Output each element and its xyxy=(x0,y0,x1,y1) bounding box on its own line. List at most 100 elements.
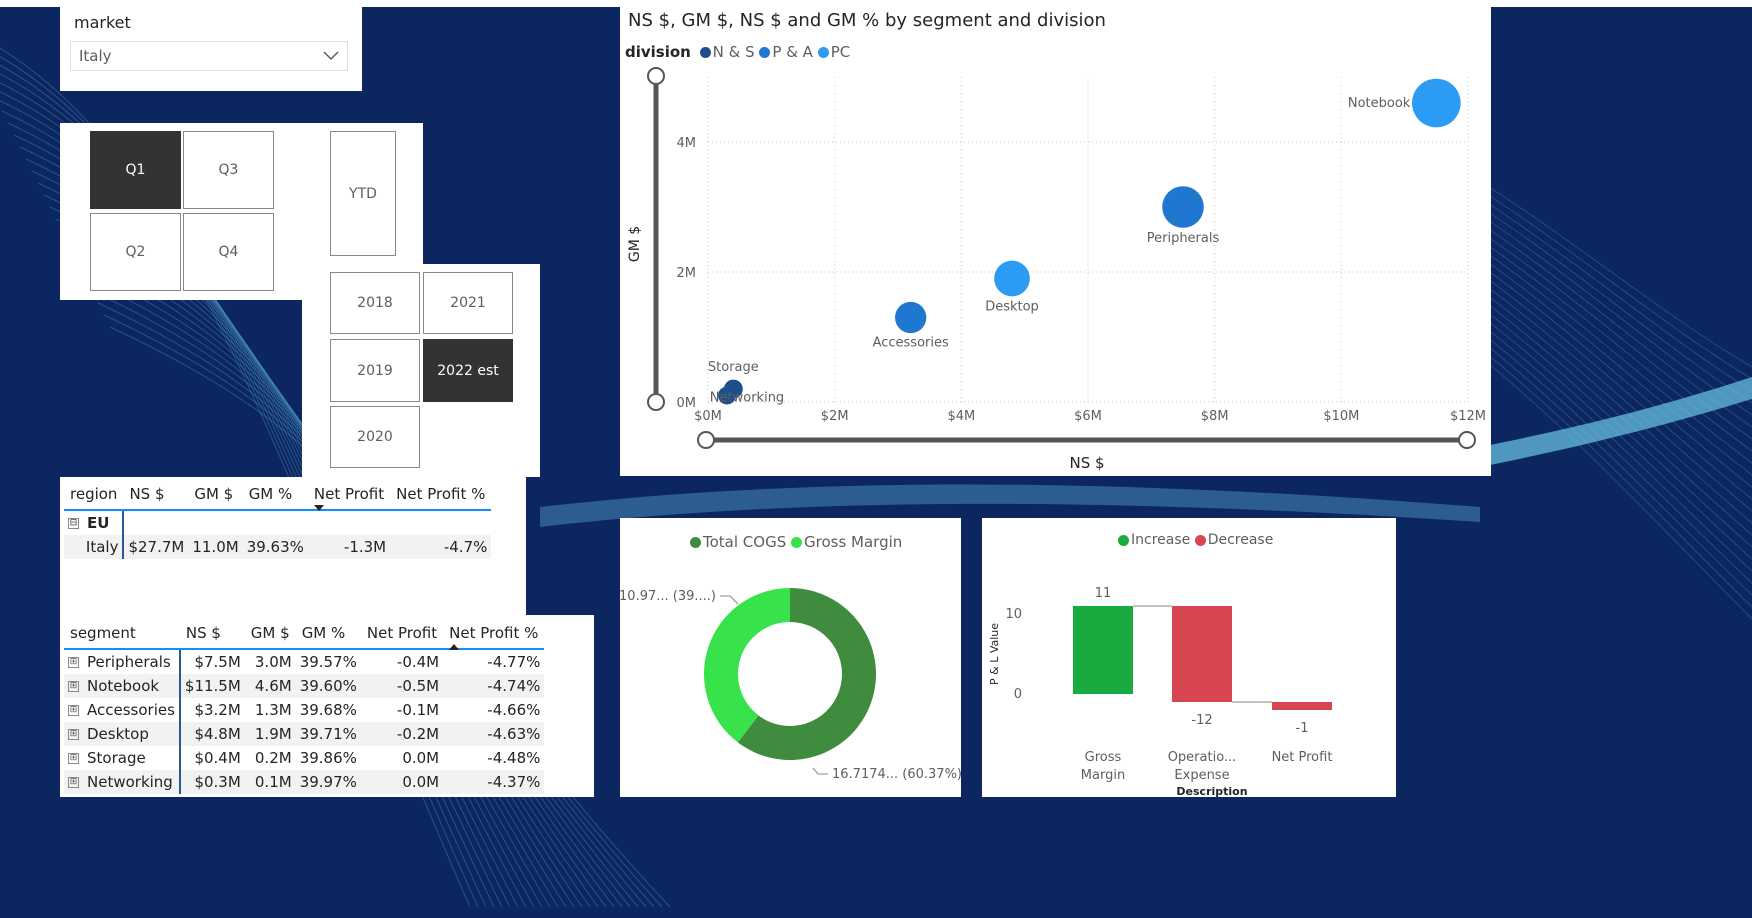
segment-col-header[interactable]: segment xyxy=(64,618,180,650)
expand-icon[interactable]: ⊞ xyxy=(68,729,79,740)
year-tile-2019[interactable]: 2019 xyxy=(330,339,420,402)
x-tick-label: $2M xyxy=(821,409,849,424)
y-zoom-slider-bottom-handle[interactable] xyxy=(647,393,665,411)
waterfall-bar[interactable] xyxy=(1172,606,1232,702)
region-gm-pct-cell: 39.63% xyxy=(246,538,304,556)
segment-name-cell[interactable]: ⊞ Networking xyxy=(64,770,181,794)
year-tile-2021[interactable]: 2021 xyxy=(423,272,513,334)
scatter-point[interactable] xyxy=(1162,186,1204,228)
seg-gm-pct-col-header[interactable]: GM % xyxy=(295,618,361,650)
expand-icon[interactable]: ⊞ xyxy=(68,753,79,764)
region-group-cell[interactable]: ⊟ EU xyxy=(64,510,125,535)
expand-icon[interactable]: ⊞ xyxy=(68,705,79,716)
segment-gm-cell: 1.3M xyxy=(254,701,292,719)
ytd-tile[interactable]: YTD xyxy=(330,131,396,256)
x-zoom-slider-left-handle[interactable] xyxy=(697,431,715,449)
region-net-profit-pct-cell: -4.7% xyxy=(443,538,488,556)
point-label: Desktop xyxy=(985,300,1039,315)
segment-label: Accessories xyxy=(87,701,175,719)
expand-icon[interactable]: ⊞ xyxy=(68,681,79,692)
table-row: ⊞ Networking $0.3M 0.1M 39.97% 0.0M -4.37% xyxy=(64,770,545,794)
leader-line xyxy=(720,595,739,605)
table-row: ⊞ Storage $0.4M 0.2M 39.86% 0.0M -4.48% xyxy=(64,746,544,770)
category-label: Operatio... xyxy=(1168,750,1237,765)
segment-name-cell[interactable]: ⊞ Desktop xyxy=(64,722,181,746)
net-profit-pct-col-header[interactable]: Net Profit % xyxy=(390,479,492,511)
table-row: Italy $27.7M 11.0M 39.63% -1.3M -4.7% xyxy=(64,535,492,559)
segment-name-cell[interactable]: ⊞ Peripherals xyxy=(64,649,181,674)
category-label: Expense xyxy=(1174,768,1229,783)
region-ns-cell: $27.7M xyxy=(128,538,185,556)
table-row: ⊞ Peripherals $7.5M 3.0M 39.57% -0.4M -4.77% xyxy=(64,649,544,674)
seg-net-profit-col-header[interactable]: Net Profit xyxy=(360,618,444,650)
scatter-plot: GM $ NS $ $0M $2M $4M $6M $8M $10M $12M 0M 2M 4M N… xyxy=(627,67,1486,472)
segment-label: Desktop xyxy=(87,725,149,743)
segment-net-profit-cell: -0.5M xyxy=(396,677,440,695)
market-dropdown-value: Italy xyxy=(79,47,112,65)
quarter-tile-q3[interactable]: Q3 xyxy=(183,131,274,209)
segment-net-profit-pct-cell: -4.48% xyxy=(487,749,541,767)
x-tick-label: $0M xyxy=(694,409,722,424)
slice-data-label: 16.7174... (60.37%) xyxy=(832,767,961,782)
sort-ascending-icon xyxy=(449,644,460,650)
segment-ns-cell: $11.5M xyxy=(184,677,241,695)
table-row: ⊞ Desktop $4.8M 1.9M 39.71% -0.2M -4.63% xyxy=(64,722,545,746)
segment-net-profit-pct-cell: -4.74% xyxy=(487,677,541,695)
waterfall-plot: P & L Value Description 10 0 11 Gross Margin… xyxy=(988,586,1333,797)
seg-ns-col-header[interactable]: NS $ xyxy=(179,618,245,650)
category-label: Net Profit xyxy=(1272,750,1333,765)
scatter-point[interactable] xyxy=(994,260,1030,297)
y-axis-title: P & L Value xyxy=(988,623,1001,685)
expand-icon[interactable]: ⊞ xyxy=(68,657,79,668)
donut-slice[interactable] xyxy=(704,588,790,743)
segment-net-profit-cell: -0.2M xyxy=(396,725,440,743)
waterfall-bar[interactable] xyxy=(1272,702,1332,710)
net-profit-col-header[interactable]: Net Profit xyxy=(307,479,391,511)
quarter-tile-q4[interactable]: Q4 xyxy=(183,213,274,291)
segment-gm-cell: 4.6M xyxy=(254,677,292,695)
year-tile-2022-est[interactable]: 2022 est xyxy=(423,339,513,402)
year-tile-2020[interactable]: 2020 xyxy=(330,406,420,468)
segment-net-profit-cell: 0.0M xyxy=(402,773,440,791)
table-row: ⊞ Accessories $3.2M 1.3M 39.68% -0.1M -4.66% xyxy=(64,698,544,722)
ns-col-header[interactable]: NS $ xyxy=(123,479,189,511)
segment-name-cell[interactable]: ⊞ Notebook xyxy=(64,674,181,698)
seg-gm-col-header[interactable]: GM $ xyxy=(244,618,296,650)
segment-gm-pct-cell: 39.57% xyxy=(299,653,357,671)
segment-name-cell[interactable]: ⊞ Accessories xyxy=(64,698,181,722)
leader-line xyxy=(812,767,828,775)
market-dropdown[interactable]: Italy xyxy=(70,41,348,71)
segment-label: Networking xyxy=(87,773,173,791)
gm-col-header[interactable]: GM $ xyxy=(188,479,243,511)
segment-label: Notebook xyxy=(87,677,160,695)
waterfall-bar[interactable] xyxy=(1073,606,1133,694)
net-profit-header-label: Net Profit xyxy=(313,485,385,503)
report-canvas: market Italy Q1 Q3 Q2 Q4 YTD 2018 2021 2… xyxy=(0,7,1752,918)
donut-chart-card: Total COGS Gross Margin 16.7174... (60.3… xyxy=(620,518,961,797)
segment-ns-cell: $0.3M xyxy=(194,773,241,791)
segment-ns-cell: $7.5M xyxy=(194,653,241,671)
year-tile-2018[interactable]: 2018 xyxy=(330,272,420,334)
segment-gm-pct-cell: 39.86% xyxy=(299,749,357,767)
bar-data-label: -12 xyxy=(1191,713,1212,728)
region-net-profit-cell: -1.3M xyxy=(343,538,387,556)
gm-pct-col-header[interactable]: GM % xyxy=(242,479,308,511)
expand-icon[interactable]: ⊞ xyxy=(68,777,79,788)
region-col-header[interactable]: region xyxy=(64,479,124,511)
y-zoom-slider-top-handle[interactable] xyxy=(647,67,665,85)
market-slicer-title: market xyxy=(74,13,131,32)
quarter-tile-q2[interactable]: Q2 xyxy=(90,213,181,291)
segment-ns-cell: $4.8M xyxy=(194,725,241,743)
category-label: Gross xyxy=(1085,750,1122,765)
segment-name-cell[interactable]: ⊞ Storage xyxy=(64,746,181,770)
scatter-point[interactable] xyxy=(1412,78,1461,128)
x-zoom-slider-right-handle[interactable] xyxy=(1458,431,1476,449)
year-slicer: 2018 2021 2019 2022 est 2020 xyxy=(302,264,540,477)
seg-net-profit-pct-col-header[interactable]: Net Profit % xyxy=(443,618,545,650)
waterfall-chart-card: Increase Decrease P & L Value Descriptio… xyxy=(982,518,1396,797)
quarter-tile-q1[interactable]: Q1 xyxy=(90,131,181,209)
collapse-icon[interactable]: ⊟ xyxy=(68,518,79,529)
y-tick-label: 10 xyxy=(1005,607,1022,622)
point-label: Notebook xyxy=(1348,96,1411,111)
scatter-point[interactable] xyxy=(895,301,927,334)
